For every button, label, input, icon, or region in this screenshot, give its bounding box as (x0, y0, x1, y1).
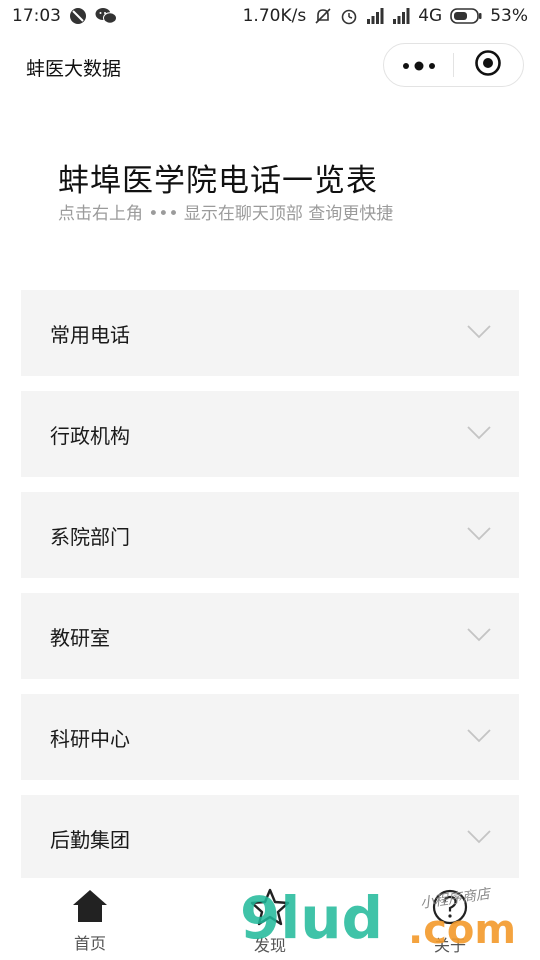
list-item[interactable]: 行政机构 (21, 391, 519, 477)
mute-icon (314, 7, 332, 25)
status-right: 1.70K/s 4G 53% (243, 6, 528, 26)
tab-label: 关于 (433, 936, 466, 955)
close-button[interactable] (454, 44, 523, 86)
tab-label: 发现 (253, 936, 286, 955)
list-item[interactable]: 后勤集团 (21, 795, 519, 881)
list-item-label: 后勤集团 (50, 827, 130, 852)
chevron-down-icon (467, 627, 491, 646)
tab-bar: 首页 发现 关于 (0, 878, 540, 960)
nav-bar: 蚌医大数据 (0, 40, 540, 92)
page-title: 蚌埠医学院电话一览表 (58, 163, 378, 199)
list-item[interactable]: 科研中心 (21, 694, 519, 780)
star-icon (250, 888, 290, 930)
alarm-icon (340, 7, 358, 25)
tab-discover[interactable]: 发现 (180, 878, 360, 960)
signal-icon (392, 8, 410, 24)
target-circle-icon (474, 49, 502, 81)
category-list: 常用电话 行政机构 系院部门 教研室 科研中心 后勤集团 (21, 290, 519, 896)
mini-program-capsule (383, 43, 524, 87)
menu-button[interactable] (384, 44, 453, 86)
chevron-down-icon (467, 728, 491, 747)
question-icon (431, 888, 469, 930)
list-item-label: 常用电话 (50, 322, 130, 347)
battery-icon (450, 8, 482, 24)
block-icon (69, 7, 87, 25)
list-item-label: 科研中心 (50, 726, 130, 751)
page-subtitle: 点击右上角 ••• 显示在聊天顶部 查询更快捷 (58, 204, 394, 224)
tab-home[interactable]: 首页 (0, 878, 180, 960)
network-type: 4G (418, 6, 443, 26)
list-item[interactable]: 教研室 (21, 593, 519, 679)
tab-about[interactable]: 关于 (360, 878, 540, 960)
wechat-icon (95, 7, 117, 25)
list-item-label: 系院部门 (50, 524, 130, 549)
status-left: 17:03 (12, 6, 117, 26)
battery-level: 53% (490, 6, 528, 26)
tab-label: 首页 (73, 934, 106, 953)
app-title: 蚌医大数据 (26, 58, 122, 80)
list-item-label: 教研室 (50, 625, 110, 650)
list-item[interactable]: 系院部门 (21, 492, 519, 578)
chevron-down-icon (467, 526, 491, 545)
list-item[interactable]: 常用电话 (21, 290, 519, 376)
chevron-down-icon (467, 324, 491, 343)
list-item-label: 行政机构 (50, 423, 130, 448)
clock: 17:03 (12, 6, 61, 26)
signal-icon (366, 8, 384, 24)
chevron-down-icon (467, 829, 491, 848)
net-speed: 1.70K/s (242, 6, 307, 26)
home-icon (71, 888, 109, 928)
status-bar: 17:03 1.70K/s 4G 53% (0, 0, 540, 32)
chevron-down-icon (467, 425, 491, 444)
more-dots-icon (402, 56, 436, 75)
